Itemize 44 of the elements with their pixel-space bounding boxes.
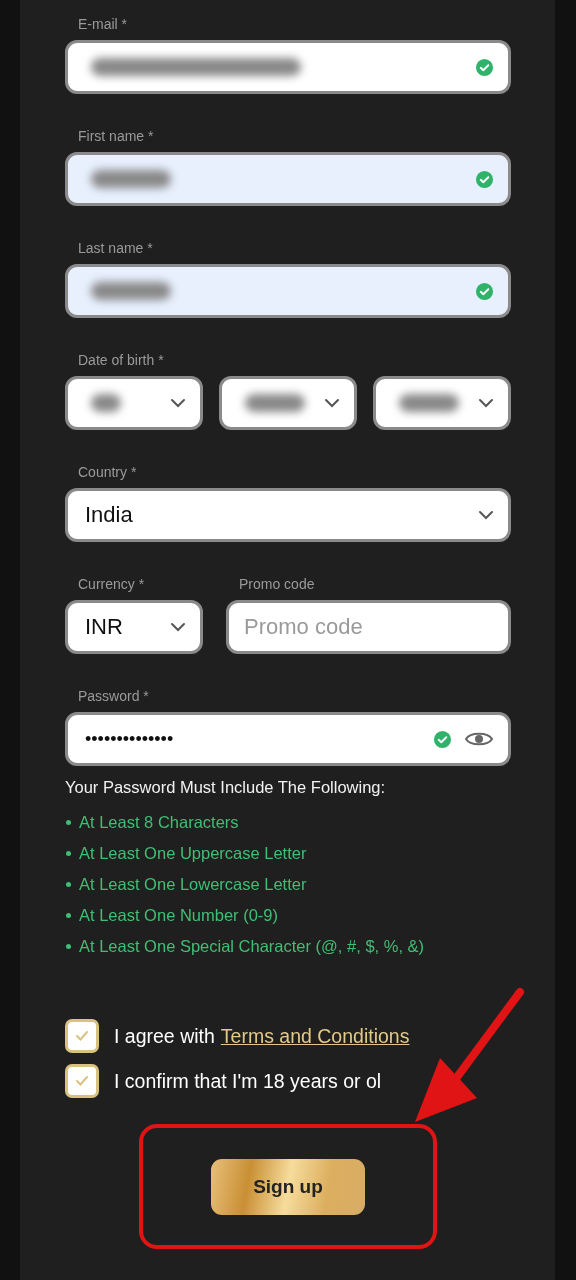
field-label: Date of birth * bbox=[78, 351, 164, 370]
rule-text: At Least 8 Characters bbox=[79, 812, 239, 833]
input-field[interactable] bbox=[65, 264, 511, 318]
field-label: Password * bbox=[78, 687, 149, 706]
password-field[interactable]: •••••••••••••• bbox=[65, 712, 511, 766]
field-label: First name * bbox=[78, 127, 154, 146]
dropdown-field[interactable]: India bbox=[65, 488, 511, 542]
checkmark-icon bbox=[75, 1075, 89, 1087]
checkbox[interactable] bbox=[65, 1019, 99, 1053]
check-icon bbox=[433, 729, 452, 749]
rule-text: At Least One Uppercase Letter bbox=[79, 843, 307, 864]
check-icon bbox=[475, 57, 494, 77]
rules-heading: Your Password Must Include The Following: bbox=[65, 777, 387, 798]
blurred-value bbox=[245, 394, 305, 412]
checkbox-label: I agree with bbox=[114, 1024, 215, 1048]
input-field[interactable] bbox=[65, 152, 511, 206]
checkbox-label: I confirm that I'm 18 years or ol bbox=[114, 1069, 382, 1093]
chevron-down-icon bbox=[324, 398, 340, 408]
check-icon bbox=[475, 169, 494, 189]
chevron-down-icon bbox=[478, 510, 494, 520]
blurred-value bbox=[91, 394, 121, 412]
checkmark-icon bbox=[75, 1030, 89, 1042]
field-label: Currency * bbox=[78, 575, 145, 594]
dropdown-field[interactable] bbox=[65, 376, 203, 430]
dropdown-field[interactable] bbox=[219, 376, 357, 430]
chevron-down-icon bbox=[478, 398, 494, 408]
sign-up-button[interactable]: Sign up bbox=[211, 1158, 365, 1215]
check-icon bbox=[475, 281, 494, 301]
chevron-down-icon bbox=[170, 398, 186, 408]
rule-text: At Least One Number (0-9) bbox=[79, 905, 278, 926]
chevron-down-icon bbox=[170, 622, 186, 632]
field-label: E-mail * bbox=[78, 15, 127, 34]
checkbox[interactable] bbox=[65, 1064, 99, 1098]
input-field[interactable] bbox=[65, 40, 511, 94]
promo-code-field[interactable]: Promo code bbox=[226, 600, 511, 654]
field-label: Promo code bbox=[239, 575, 315, 594]
dropdown-field[interactable]: INR bbox=[65, 600, 203, 654]
terms-link[interactable]: Terms and Conditions bbox=[220, 1024, 410, 1048]
field-label: Last name * bbox=[78, 239, 153, 258]
rule-text: At Least One Special Character (@, #, $, %, &) bbox=[79, 936, 425, 957]
dropdown-field[interactable] bbox=[373, 376, 511, 430]
rule-text: At Least One Lowercase Letter bbox=[79, 874, 307, 895]
field-label: Country * bbox=[78, 463, 137, 482]
blurred-value bbox=[399, 394, 459, 412]
